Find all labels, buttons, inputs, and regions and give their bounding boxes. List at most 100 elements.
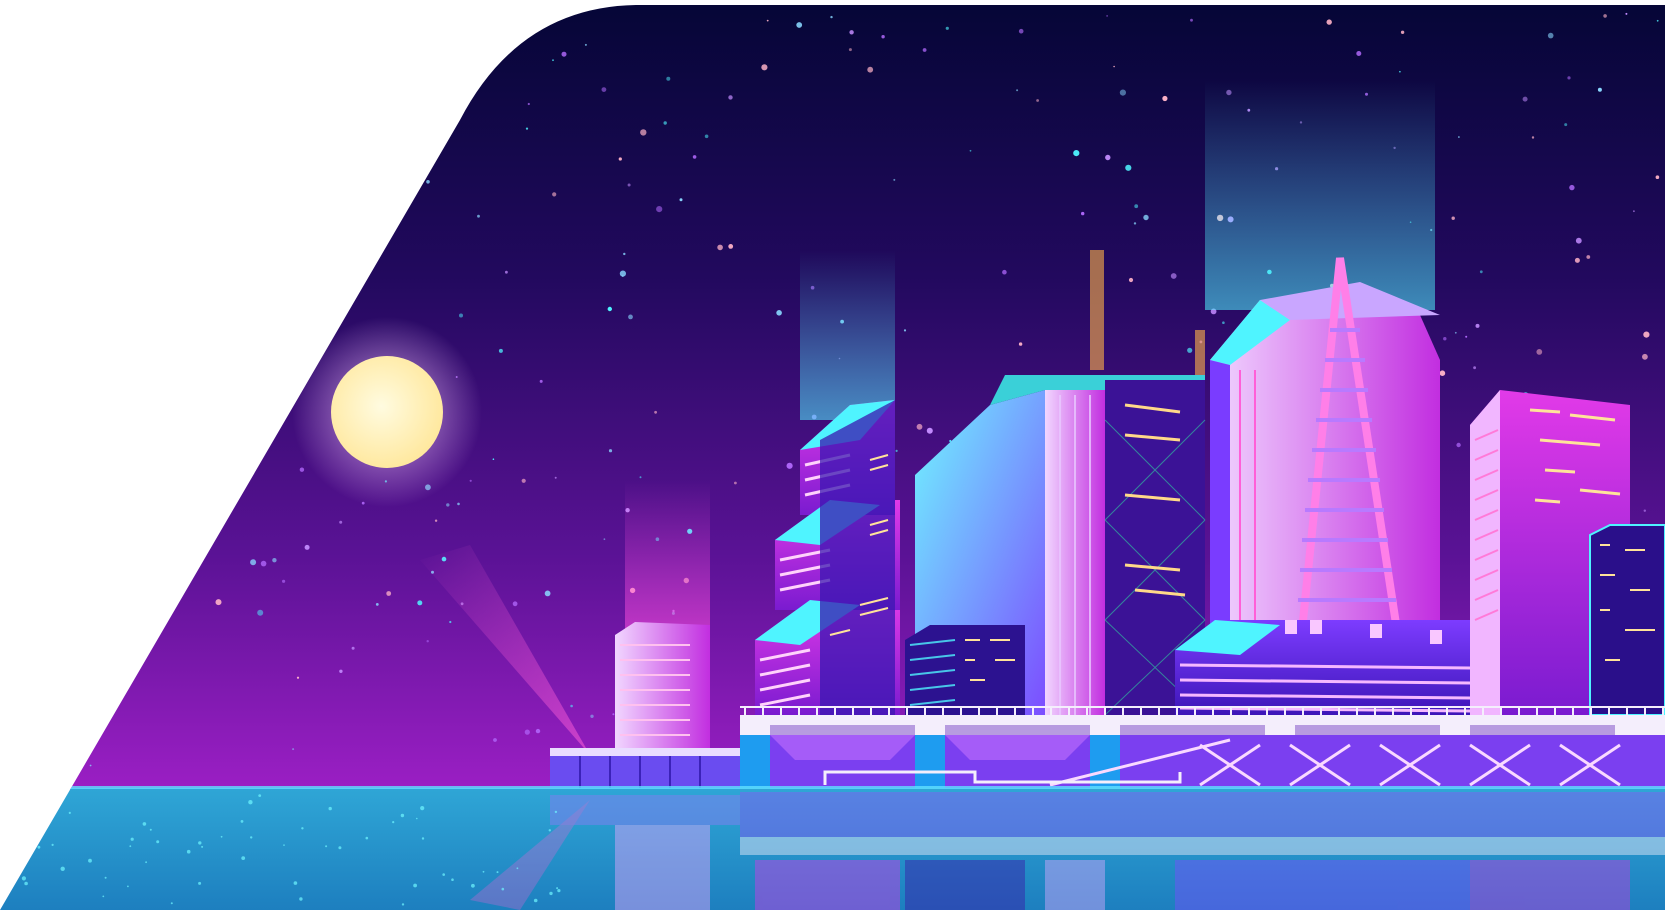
star: [1475, 323, 1480, 328]
star: [1451, 216, 1455, 220]
night-city-illustration: [0, 5, 1665, 910]
star: [640, 129, 647, 136]
star: [1133, 222, 1137, 225]
star: [257, 609, 264, 616]
star: [656, 206, 663, 213]
star: [324, 121, 328, 125]
star: [1656, 19, 1659, 22]
star: [539, 379, 543, 383]
water-sparkle: [51, 843, 54, 847]
star: [281, 133, 284, 136]
star: [229, 107, 235, 113]
star: [1125, 164, 1132, 171]
star: [304, 544, 310, 550]
star: [426, 180, 430, 184]
star: [289, 168, 293, 173]
star: [202, 44, 207, 48]
star: [1655, 175, 1660, 179]
star: [926, 427, 933, 434]
star: [849, 30, 854, 35]
star: [386, 591, 392, 596]
star: [457, 502, 460, 506]
water-sparkle: [145, 861, 148, 864]
low-building: [905, 625, 1025, 715]
star: [465, 84, 468, 87]
water-sparkle: [400, 813, 405, 818]
star: [654, 410, 657, 414]
star: [202, 357, 205, 361]
water-sparkle: [557, 889, 561, 893]
star: [1018, 28, 1024, 34]
star: [182, 465, 189, 472]
star: [922, 48, 927, 52]
star: [1073, 150, 1080, 157]
star: [1547, 32, 1554, 39]
star: [881, 35, 885, 39]
star: [1458, 136, 1460, 138]
star: [313, 122, 317, 126]
star: [704, 134, 709, 139]
star: [1456, 442, 1461, 448]
star: [1162, 95, 1168, 102]
star: [287, 192, 292, 197]
water-sparkle: [482, 870, 485, 873]
water-sparkle: [88, 858, 92, 863]
star: [1018, 342, 1023, 346]
water-sparkle: [442, 873, 446, 876]
water-sparkle: [240, 820, 244, 823]
water-sparkle: [156, 840, 160, 844]
star: [521, 478, 526, 483]
star: [1575, 237, 1582, 244]
star: [191, 60, 194, 64]
star: [786, 462, 793, 469]
water-sparkle: [516, 867, 519, 870]
star: [1143, 214, 1149, 221]
star: [459, 313, 463, 318]
star: [603, 538, 606, 541]
water-sparkle: [129, 845, 132, 848]
star: [666, 76, 671, 81]
star: [446, 503, 450, 507]
star: [117, 33, 124, 41]
star: [172, 177, 176, 180]
star: [527, 102, 530, 106]
podium: [1175, 620, 1475, 715]
water-sparkle: [549, 891, 553, 896]
star: [1187, 347, 1193, 353]
water-sparkle: [60, 866, 65, 871]
star: [969, 149, 972, 152]
water-sparkle: [556, 887, 559, 890]
star: [449, 620, 452, 624]
star: [1106, 15, 1108, 17]
star: [728, 244, 734, 249]
bridge: [740, 706, 1665, 790]
star: [1443, 337, 1447, 341]
star: [1399, 70, 1401, 73]
star: [1536, 349, 1543, 355]
star: [498, 348, 503, 353]
water-sparkle: [37, 845, 41, 849]
star: [544, 590, 551, 597]
water-sparkle: [28, 814, 32, 818]
star: [1531, 136, 1535, 139]
star: [69, 281, 74, 286]
star: [535, 728, 541, 734]
star: [148, 203, 153, 208]
star: [104, 385, 109, 390]
star: [1190, 18, 1193, 22]
star: [268, 144, 275, 151]
star: [830, 15, 833, 19]
star: [608, 449, 613, 453]
water-sparkle: [220, 835, 223, 838]
star: [1603, 14, 1607, 18]
star: [321, 8, 326, 13]
star: [623, 252, 626, 256]
water-sparkle: [201, 845, 204, 848]
star: [1128, 277, 1134, 283]
water-sparkle: [548, 829, 551, 832]
star: [524, 729, 530, 735]
star: [1222, 321, 1225, 325]
water-sparkle: [149, 828, 152, 831]
star: [1479, 270, 1483, 274]
water-sparkle: [68, 811, 71, 815]
